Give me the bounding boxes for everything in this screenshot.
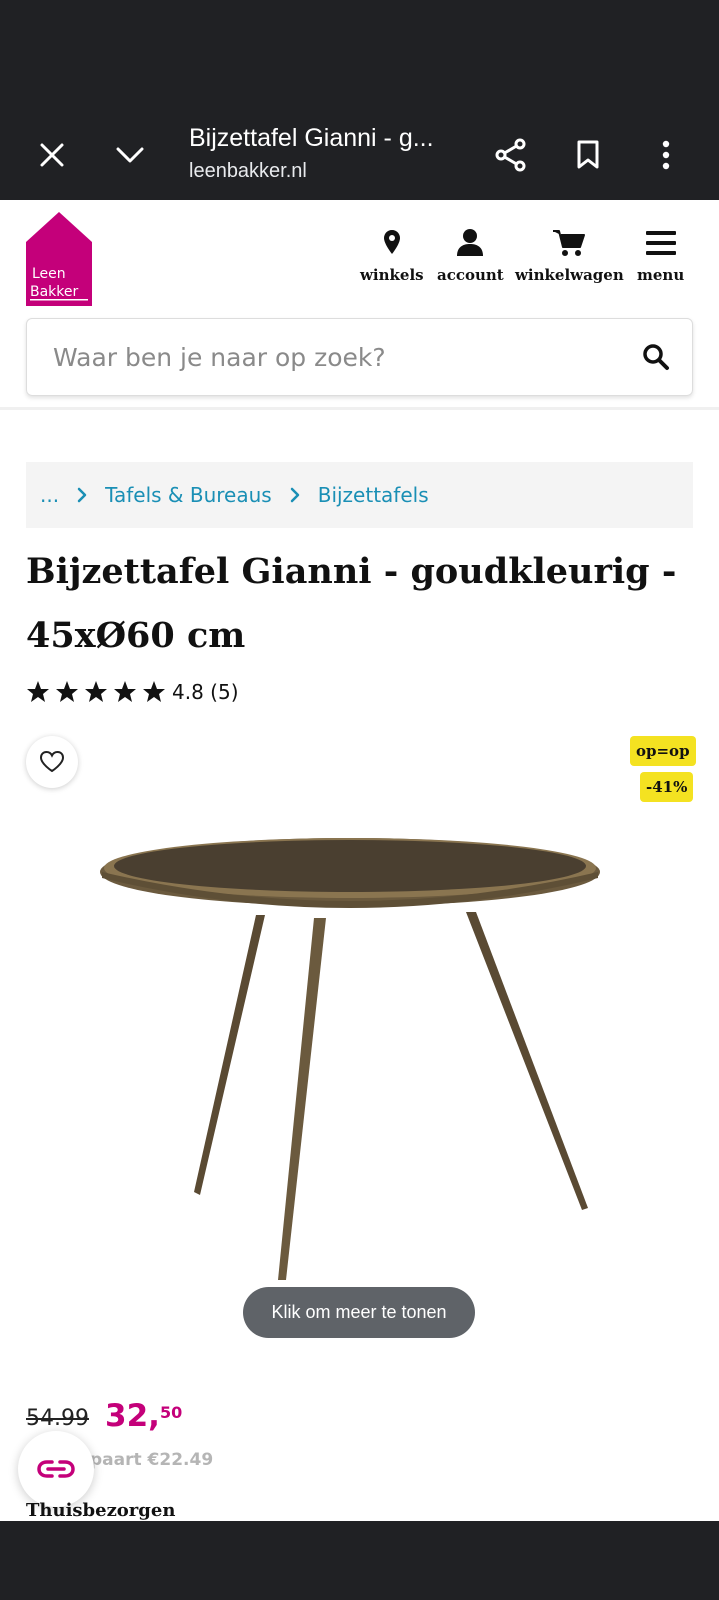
hamburger-icon bbox=[645, 231, 676, 255]
nav-label: winkelwagen bbox=[515, 266, 624, 284]
star-rating-icon bbox=[27, 681, 165, 702]
breadcrumb-tafels-bureaus[interactable]: Tafels & Bureaus bbox=[105, 483, 272, 507]
product-rating[interactable]: 4.8 (5) bbox=[26, 680, 239, 704]
chat-logo-icon bbox=[37, 1460, 75, 1478]
logo-text-bakker: Bakker bbox=[30, 284, 79, 300]
close-icon[interactable] bbox=[22, 110, 82, 200]
badge-discount: -41% bbox=[640, 772, 694, 802]
user-icon bbox=[457, 229, 484, 256]
page-url: leenbakker.nl bbox=[189, 160, 307, 182]
nav-winkels[interactable]: winkels bbox=[360, 228, 424, 284]
old-price: 54.99 bbox=[26, 1406, 89, 1431]
rating-text: 4.8 (5) bbox=[172, 680, 239, 704]
savings-text: paart €22.49 bbox=[90, 1450, 214, 1470]
cart-icon bbox=[553, 230, 586, 256]
more-vert-icon[interactable] bbox=[636, 110, 696, 200]
search-input[interactable] bbox=[53, 342, 613, 372]
chevron-right-icon bbox=[290, 487, 300, 503]
tab-title: Bijzettafel Gianni - g... bbox=[189, 124, 434, 152]
product-image[interactable] bbox=[90, 820, 630, 1290]
product-title: Bijzettafel Gianni - goudkleurig - 45xØ6… bbox=[26, 551, 677, 656]
navigation-bar bbox=[0, 1521, 719, 1600]
breadcrumb-ellipsis[interactable]: ... bbox=[40, 483, 59, 507]
image-tooltip[interactable]: Klik om meer te tonen bbox=[243, 1287, 475, 1338]
browser-toolbar: Bijzettafel Gianni - g... leenbakker.nl bbox=[0, 110, 719, 200]
wishlist-button[interactable] bbox=[26, 736, 78, 788]
heart-icon bbox=[39, 750, 65, 773]
chevron-right-icon bbox=[77, 487, 87, 503]
new-price-cents: 50 bbox=[160, 1403, 183, 1422]
status-area bbox=[0, 0, 719, 110]
location-pin-icon bbox=[383, 230, 400, 254]
new-price: 32, bbox=[105, 1398, 160, 1434]
nav-account[interactable]: account bbox=[437, 228, 504, 284]
bookmark-icon[interactable] bbox=[558, 110, 618, 200]
search-bar[interactable] bbox=[26, 318, 693, 396]
site-header: Leen Bakker winkels account winkelwagen … bbox=[0, 200, 719, 410]
share-icon[interactable] bbox=[481, 110, 541, 200]
nav-label: winkels bbox=[360, 266, 424, 284]
search-icon[interactable] bbox=[642, 343, 670, 371]
nav-winkelwagen[interactable]: winkelwagen bbox=[515, 228, 624, 284]
chat-button[interactable] bbox=[18, 1431, 94, 1507]
chevron-down-icon[interactable] bbox=[100, 110, 160, 200]
delivery-option: Thuisbezorgen bbox=[26, 1500, 176, 1521]
breadcrumb-bijzettafels[interactable]: Bijzettafels bbox=[318, 483, 429, 507]
nav-label: account bbox=[437, 266, 504, 284]
logo-text-leen: Leen bbox=[32, 266, 66, 282]
leen-bakker-logo[interactable]: Leen Bakker bbox=[26, 212, 92, 306]
breadcrumb: ... Tafels & Bureaus Bijzettafels bbox=[26, 462, 693, 528]
badge-op-op: op=op bbox=[630, 736, 696, 766]
nav-menu[interactable]: menu bbox=[637, 228, 684, 284]
nav-label: menu bbox=[637, 266, 685, 284]
